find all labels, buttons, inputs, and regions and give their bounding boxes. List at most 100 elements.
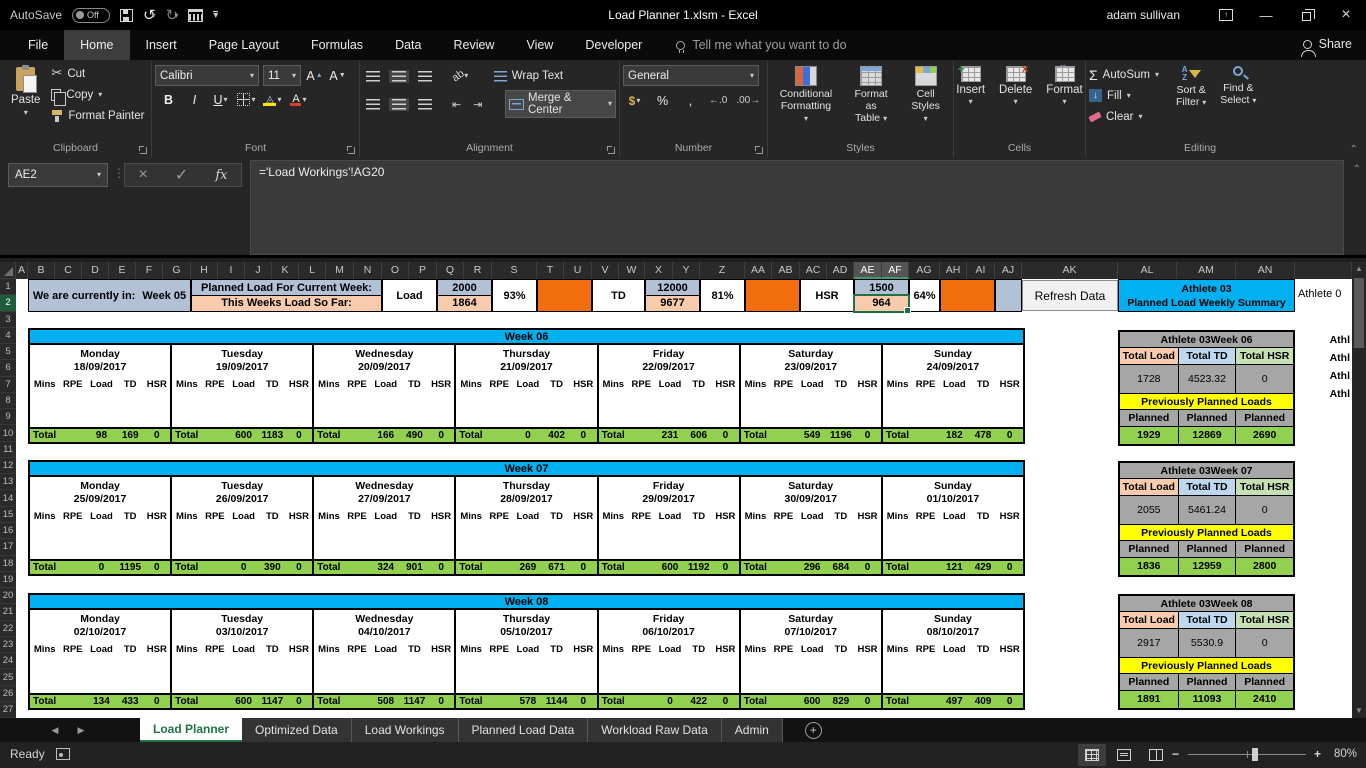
row-header-24[interactable]: 24 — [0, 653, 16, 669]
row-header-3[interactable]: 3 — [0, 312, 16, 328]
column-header-aa[interactable]: AA — [745, 262, 772, 279]
row-header-2[interactable]: 2 — [0, 295, 16, 311]
panel-value-td[interactable]: 5530.9 — [1178, 629, 1236, 658]
panel-planned-value[interactable]: 12959 — [1178, 558, 1236, 575]
day-total-row[interactable]: Total57811440 — [456, 693, 596, 708]
clear-button[interactable]: Clear▾ — [1089, 107, 1159, 126]
panel-planned-value[interactable]: 1929 — [1120, 427, 1178, 444]
day-total-row[interactable]: Total2316060 — [599, 427, 739, 442]
conditional-formatting-button[interactable]: ConditionalFormatting ▾ — [771, 63, 841, 141]
day-cell[interactable]: Thursday21/09/2017MinsRPELoadTDHSRTotal0… — [454, 345, 596, 442]
format-as-table-button[interactable]: Format asTable ▾ — [841, 63, 901, 141]
metric-name-load[interactable]: Load — [382, 279, 437, 312]
alert-cell-load[interactable] — [537, 279, 592, 312]
day-total-row[interactable]: Total981690 — [30, 427, 170, 442]
day-total-row[interactable]: Total04220 — [599, 693, 739, 708]
day-empty-cells[interactable] — [741, 657, 881, 693]
number-format-select[interactable]: General▾ — [623, 65, 759, 86]
select-all-corner[interactable] — [0, 262, 16, 279]
day-cell[interactable]: Tuesday26/09/2017MinsRPELoadTDHSRTotal03… — [170, 477, 312, 574]
sheet-tab-load-planner[interactable]: Load Planner — [140, 718, 242, 742]
decrease-decimal-button[interactable]: .00→ — [736, 95, 760, 106]
row-header-27[interactable]: 27 — [0, 702, 16, 718]
column-header-z[interactable]: Z — [700, 262, 745, 279]
percent-style-button[interactable]: % — [653, 91, 672, 110]
vertical-scrollbar[interactable]: ▲ ▼ — [1352, 262, 1366, 718]
column-header-ae[interactable]: AE — [854, 262, 882, 279]
column-header-a[interactable]: A — [16, 262, 28, 279]
ribbon-tab-page-layout[interactable]: Page Layout — [193, 30, 295, 60]
italic-button[interactable]: I — [185, 90, 204, 109]
sheet-tab-admin[interactable]: Admin — [722, 718, 783, 742]
day-empty-cells[interactable] — [456, 392, 596, 427]
column-header-l[interactable]: L — [299, 262, 326, 279]
panel-planned-value[interactable]: 11093 — [1178, 691, 1236, 708]
undo-caret-icon[interactable]: ▾ — [152, 11, 156, 20]
panel-value-load[interactable]: 2917 — [1120, 629, 1178, 658]
panel-value-load[interactable]: 1728 — [1120, 365, 1178, 394]
column-header-al[interactable]: AL — [1118, 262, 1177, 279]
day-empty-cells[interactable] — [30, 524, 170, 559]
insert-cells-button[interactable]: + Insert▾ — [949, 63, 992, 141]
day-empty-cells[interactable] — [172, 657, 312, 693]
row-header-9[interactable]: 9 — [0, 409, 16, 425]
signed-in-user[interactable]: adam sullivan — [1107, 8, 1180, 22]
wrap-text-button[interactable]: Wrap Text — [491, 66, 566, 86]
sheet-tab-planned-load-data[interactable]: Planned Load Data — [459, 718, 589, 742]
tell-me-box[interactable]: Tell me what you want to do — [676, 30, 846, 60]
autosum-button[interactable]: ΣAutoSum▾ — [1089, 65, 1159, 84]
metric-pct-load[interactable]: 93% — [492, 279, 537, 312]
normal-view-button[interactable] — [1078, 744, 1106, 766]
row-header-1[interactable]: 1 — [0, 279, 16, 295]
panel-value-hsr[interactable]: 0 — [1235, 365, 1293, 394]
panel-value-td[interactable]: 5461.24 — [1178, 496, 1236, 525]
scroll-down-arrow[interactable]: ▼ — [1355, 704, 1363, 718]
share-button[interactable]: Share — [1303, 30, 1352, 58]
underline-button[interactable]: U▾ — [211, 90, 230, 109]
refresh-data-button[interactable]: Refresh Data — [1022, 280, 1118, 311]
copy-button[interactable]: Copy▾ — [48, 84, 147, 105]
column-header-ab[interactable]: AB — [772, 262, 800, 279]
page-layout-view-button[interactable] — [1110, 744, 1138, 766]
day-empty-cells[interactable] — [172, 392, 312, 427]
column-header-j[interactable]: J — [245, 262, 272, 279]
font-dialog-launcher-icon[interactable] — [348, 147, 355, 154]
row-header-13[interactable]: 13 — [0, 474, 16, 490]
decrease-font-icon[interactable]: A▼ — [328, 66, 347, 85]
day-total-row[interactable]: Total2696710 — [456, 559, 596, 574]
day-total-row[interactable]: Total6008290 — [741, 693, 881, 708]
day-total-row[interactable]: Total54911960 — [741, 427, 881, 442]
ribbon-display-options-button[interactable]: ↑ — [1206, 0, 1246, 30]
quick-access-icon[interactable] — [188, 9, 203, 22]
column-header-af[interactable]: AF — [882, 262, 909, 279]
panel-planned-value[interactable]: 1891 — [1120, 691, 1178, 708]
day-total-row[interactable]: Total60011470 — [172, 693, 312, 708]
column-header-ah[interactable]: AH — [940, 262, 967, 279]
day-cell[interactable]: Saturday30/09/2017MinsRPELoadTDHSRTotal2… — [739, 477, 881, 574]
row-header-22[interactable]: 22 — [0, 621, 16, 637]
vertical-scroll-thumb[interactable] — [1354, 278, 1364, 348]
day-total-row[interactable]: Total50811470 — [314, 693, 454, 708]
column-header-aj[interactable]: AJ — [995, 262, 1022, 279]
row-header-20[interactable]: 20 — [0, 588, 16, 604]
align-left-button[interactable] — [363, 98, 383, 111]
column-header-ag[interactable]: AG — [909, 262, 940, 279]
comma-style-button[interactable]: , — [681, 91, 700, 110]
fill-button[interactable]: ↓Fill▾ — [1089, 86, 1159, 105]
day-cell[interactable]: Wednesday27/09/2017MinsRPELoadTDHSRTotal… — [312, 477, 454, 574]
panel-planned-value[interactable]: 2800 — [1235, 558, 1293, 575]
day-cell[interactable]: Saturday07/10/2017MinsRPELoadTDHSRTotal6… — [739, 610, 881, 708]
day-cell[interactable]: Sunday24/09/2017MinsRPELoadTDHSRTotal182… — [881, 345, 1023, 442]
row-header-14[interactable]: 14 — [0, 490, 16, 506]
day-empty-cells[interactable] — [314, 657, 454, 693]
day-total-row[interactable]: Total011950 — [30, 559, 170, 574]
row-header-6[interactable]: 6 — [0, 360, 16, 376]
day-empty-cells[interactable] — [599, 657, 739, 693]
merge-center-button[interactable]: Merge & Center ▾ — [505, 90, 616, 118]
font-color-button[interactable]: A▾ — [289, 90, 308, 109]
column-header-w[interactable]: W — [619, 262, 645, 279]
spacer-cell-aj[interactable] — [995, 279, 1022, 312]
align-center-button[interactable] — [389, 98, 409, 111]
close-button[interactable]: × — [1326, 0, 1366, 30]
ribbon-tab-view[interactable]: View — [510, 30, 569, 60]
